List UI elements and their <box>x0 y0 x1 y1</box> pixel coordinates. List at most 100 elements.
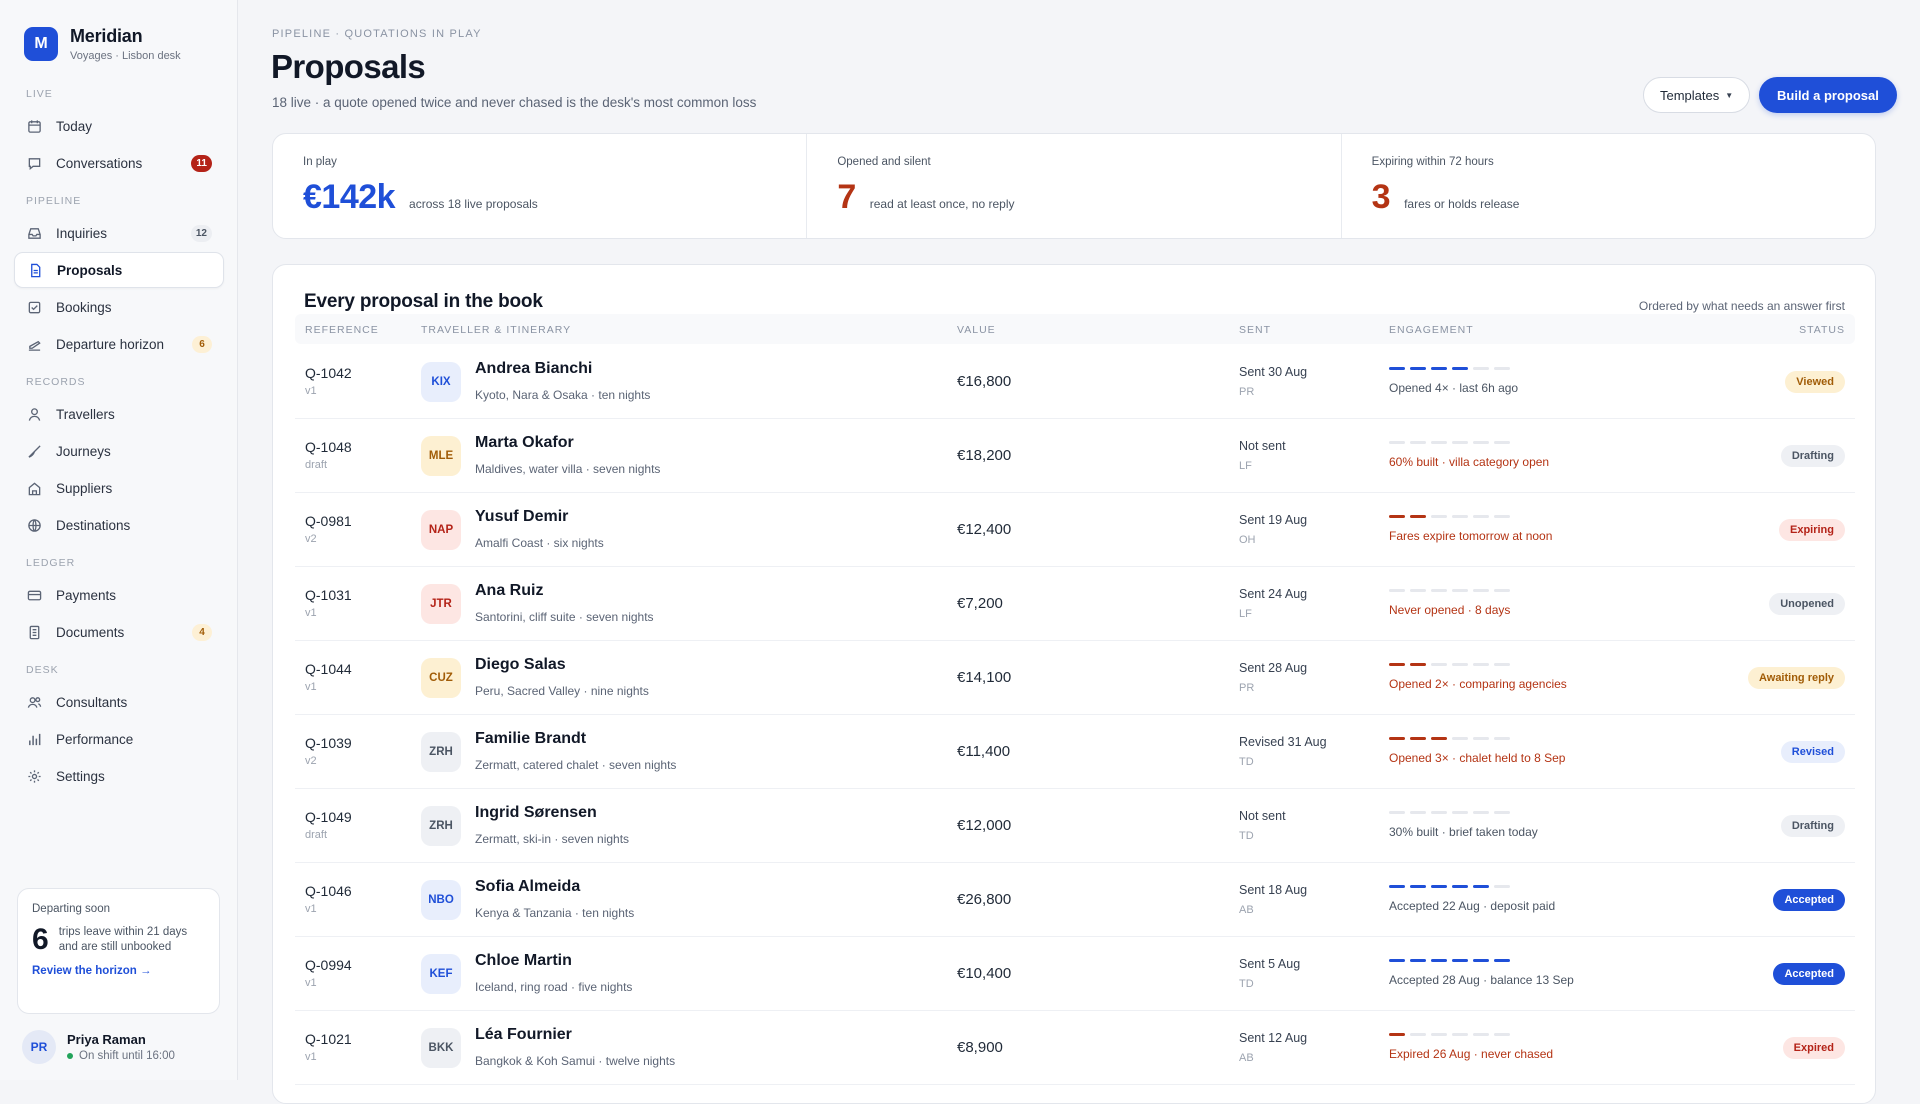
traveller-name[interactable]: Familie Brandt <box>475 730 586 748</box>
nav-section-desk: DESK <box>26 664 59 676</box>
proposal-reference[interactable]: Q-1021 <box>305 1031 352 1047</box>
engagement-segment <box>1431 441 1447 444</box>
table-row[interactable]: Q-1031 v1 JTR Ana Ruiz Santorini, cliff suit… <box>295 567 1855 641</box>
templates-dropdown[interactable]: Templates ▼ <box>1643 77 1751 113</box>
consultant-initials: OH <box>1239 534 1256 546</box>
sidebar-item-payments[interactable]: Payments <box>14 577 224 613</box>
proposal-reference[interactable]: Q-1042 <box>305 365 352 381</box>
unread-badge: 11 <box>191 154 212 172</box>
engagement-segment <box>1473 1033 1489 1036</box>
traveller-name[interactable]: Diego Salas <box>475 656 566 674</box>
engagement-segment <box>1431 367 1447 370</box>
engagement-segment <box>1473 959 1489 962</box>
sidebar-item-destinations[interactable]: Destinations <box>14 507 224 543</box>
engagement-segment <box>1389 959 1405 962</box>
engagement-segment <box>1494 367 1510 370</box>
itinerary: Amalfi Coast · six nights <box>475 536 604 550</box>
departing-count: 6 <box>32 923 49 956</box>
sidebar-item-departure-horizon[interactable]: Departure horizon 6 <box>14 326 224 362</box>
user-profile[interactable]: PR Priya Raman On shift until 16:00 <box>22 1030 175 1064</box>
brand-logo: M <box>24 27 58 61</box>
sidebar-item-label: Journeys <box>56 443 111 459</box>
airport-code-badge: MLE <box>421 436 461 476</box>
traveller-name[interactable]: Ana Ruiz <box>475 582 543 600</box>
nav-section-pipeline: PIPELINE <box>26 195 82 207</box>
traveller-name[interactable]: Andrea Bianchi <box>475 360 592 378</box>
column-header-engagement[interactable]: ENGAGEMENT <box>1389 324 1474 336</box>
page-title: Proposals <box>271 48 426 85</box>
table-row[interactable]: Q-1048 draft MLE Marta Okafor Maldives, wate… <box>295 419 1855 493</box>
column-header-value[interactable]: VALUE <box>957 324 996 336</box>
traveller-name[interactable]: Ingrid Sørensen <box>475 804 597 822</box>
sidebar-item-performance[interactable]: Performance <box>14 721 224 757</box>
traveller-name[interactable]: Chloe Martin <box>475 952 572 970</box>
proposal-reference[interactable]: Q-0981 <box>305 513 352 529</box>
traveller-name[interactable]: Léa Fournier <box>475 1026 572 1044</box>
document-icon <box>27 262 43 278</box>
stat-label: Opened and silent <box>837 156 931 168</box>
traveller-name[interactable]: Marta Okafor <box>475 434 574 452</box>
sidebar-item-settings[interactable]: Settings <box>14 758 224 794</box>
sidebar-item-label: Travellers <box>56 406 115 422</box>
review-horizon-link[interactable]: Review the horizon → <box>32 965 205 977</box>
proposal-reference[interactable]: Q-1044 <box>305 661 352 677</box>
proposal-reference[interactable]: Q-1031 <box>305 587 352 603</box>
traveller-name[interactable]: Sofia Almeida <box>475 878 580 896</box>
sidebar-item-proposals[interactable]: Proposals <box>14 252 224 288</box>
sidebar-item-travellers[interactable]: Travellers <box>14 396 224 432</box>
table-row[interactable]: Q-0994 v1 KEF Chloe Martin Iceland, ring roa… <box>295 937 1855 1011</box>
brand[interactable]: M Meridian Voyages · Lisbon desk <box>24 26 181 62</box>
sidebar-item-label: Documents <box>56 624 125 640</box>
engagement-segment <box>1452 885 1468 888</box>
table-row[interactable]: Q-1044 v1 CUZ Diego Salas Peru, Sacred Valle… <box>295 641 1855 715</box>
proposal-version: draft <box>305 459 328 471</box>
column-header-traveller[interactable]: TRAVELLER & ITINERARY <box>421 324 571 336</box>
sidebar-item-inquiries[interactable]: Inquiries 12 <box>14 215 224 251</box>
sidebar-item-bookings[interactable]: Bookings <box>14 289 224 325</box>
column-header-sent[interactable]: SENT <box>1239 324 1271 336</box>
table-row[interactable]: Q-1039 v2 ZRH Familie Brandt Zermatt, catere… <box>295 715 1855 789</box>
proposal-value: €16,800 <box>957 373 1012 390</box>
engagement-segment <box>1389 885 1405 888</box>
departing-soon-card: Departing soon 6 trips leave within 21 d… <box>17 888 220 1014</box>
itinerary: Kyoto, Nara & Osaka · ten nights <box>475 388 651 402</box>
status-badge: Expired <box>1782 1037 1845 1059</box>
table-row[interactable]: Q-1042 v1 KIX Andrea Bianchi Kyoto, Nara & O… <box>295 345 1855 419</box>
sidebar-item-consultants[interactable]: Consultants <box>14 684 224 720</box>
engagement-segment <box>1389 811 1405 814</box>
column-header-reference[interactable]: REFERENCE <box>305 324 379 336</box>
traveller-name[interactable]: Yusuf Demir <box>475 508 568 526</box>
engagement-segment <box>1431 663 1447 666</box>
itinerary: Santorini, cliff suite · seven nights <box>475 610 654 624</box>
table-header: REFERENCE TRAVELLER & ITINERARY VALUE SE… <box>295 314 1855 344</box>
engagement-meter <box>1389 959 1515 962</box>
table-row[interactable]: Q-0981 v2 NAP Yusuf Demir Amalfi Coast · six… <box>295 493 1855 567</box>
engagement-meter <box>1389 589 1515 592</box>
proposal-version: v2 <box>305 755 317 767</box>
build-proposal-button[interactable]: Build a proposal <box>1759 77 1897 113</box>
column-header-status[interactable]: STATUS <box>1799 324 1845 336</box>
engagement-text: 60% built · villa category open <box>1389 455 1550 469</box>
table-row[interactable]: Q-1021 v1 BKK Léa Fournier Bangkok & Koh Sam… <box>295 1011 1855 1085</box>
sidebar-item-journeys[interactable]: Journeys <box>14 433 224 469</box>
airport-code-badge: NBO <box>421 880 461 920</box>
proposal-reference[interactable]: Q-1039 <box>305 735 352 751</box>
consultant-initials: AB <box>1239 904 1254 916</box>
table-row[interactable]: Q-1046 v1 NBO Sofia Almeida Kenya & Tanzania… <box>295 863 1855 937</box>
proposal-reference[interactable]: Q-1048 <box>305 439 352 455</box>
user-status: On shift until 16:00 <box>67 1050 175 1062</box>
engagement-text: Opened 3× · chalet held to 8 Sep <box>1389 751 1566 765</box>
globe-icon <box>26 517 42 533</box>
sidebar-item-suppliers[interactable]: Suppliers <box>14 470 224 506</box>
sidebar-item-documents[interactable]: Documents 4 <box>14 614 224 650</box>
proposal-reference[interactable]: Q-1049 <box>305 809 352 825</box>
engagement-segment <box>1473 737 1489 740</box>
consultant-initials: LF <box>1239 608 1252 620</box>
table-row[interactable]: Q-1049 draft ZRH Ingrid Sørensen Zermatt, sk… <box>295 789 1855 863</box>
proposal-reference[interactable]: Q-0994 <box>305 957 352 973</box>
proposal-reference[interactable]: Q-1046 <box>305 883 352 899</box>
sidebar-item-conversations[interactable]: Conversations 11 <box>14 145 224 181</box>
proposal-version: v1 <box>305 385 317 397</box>
sidebar-item-today[interactable]: Today <box>14 108 224 144</box>
engagement-segment <box>1452 663 1468 666</box>
